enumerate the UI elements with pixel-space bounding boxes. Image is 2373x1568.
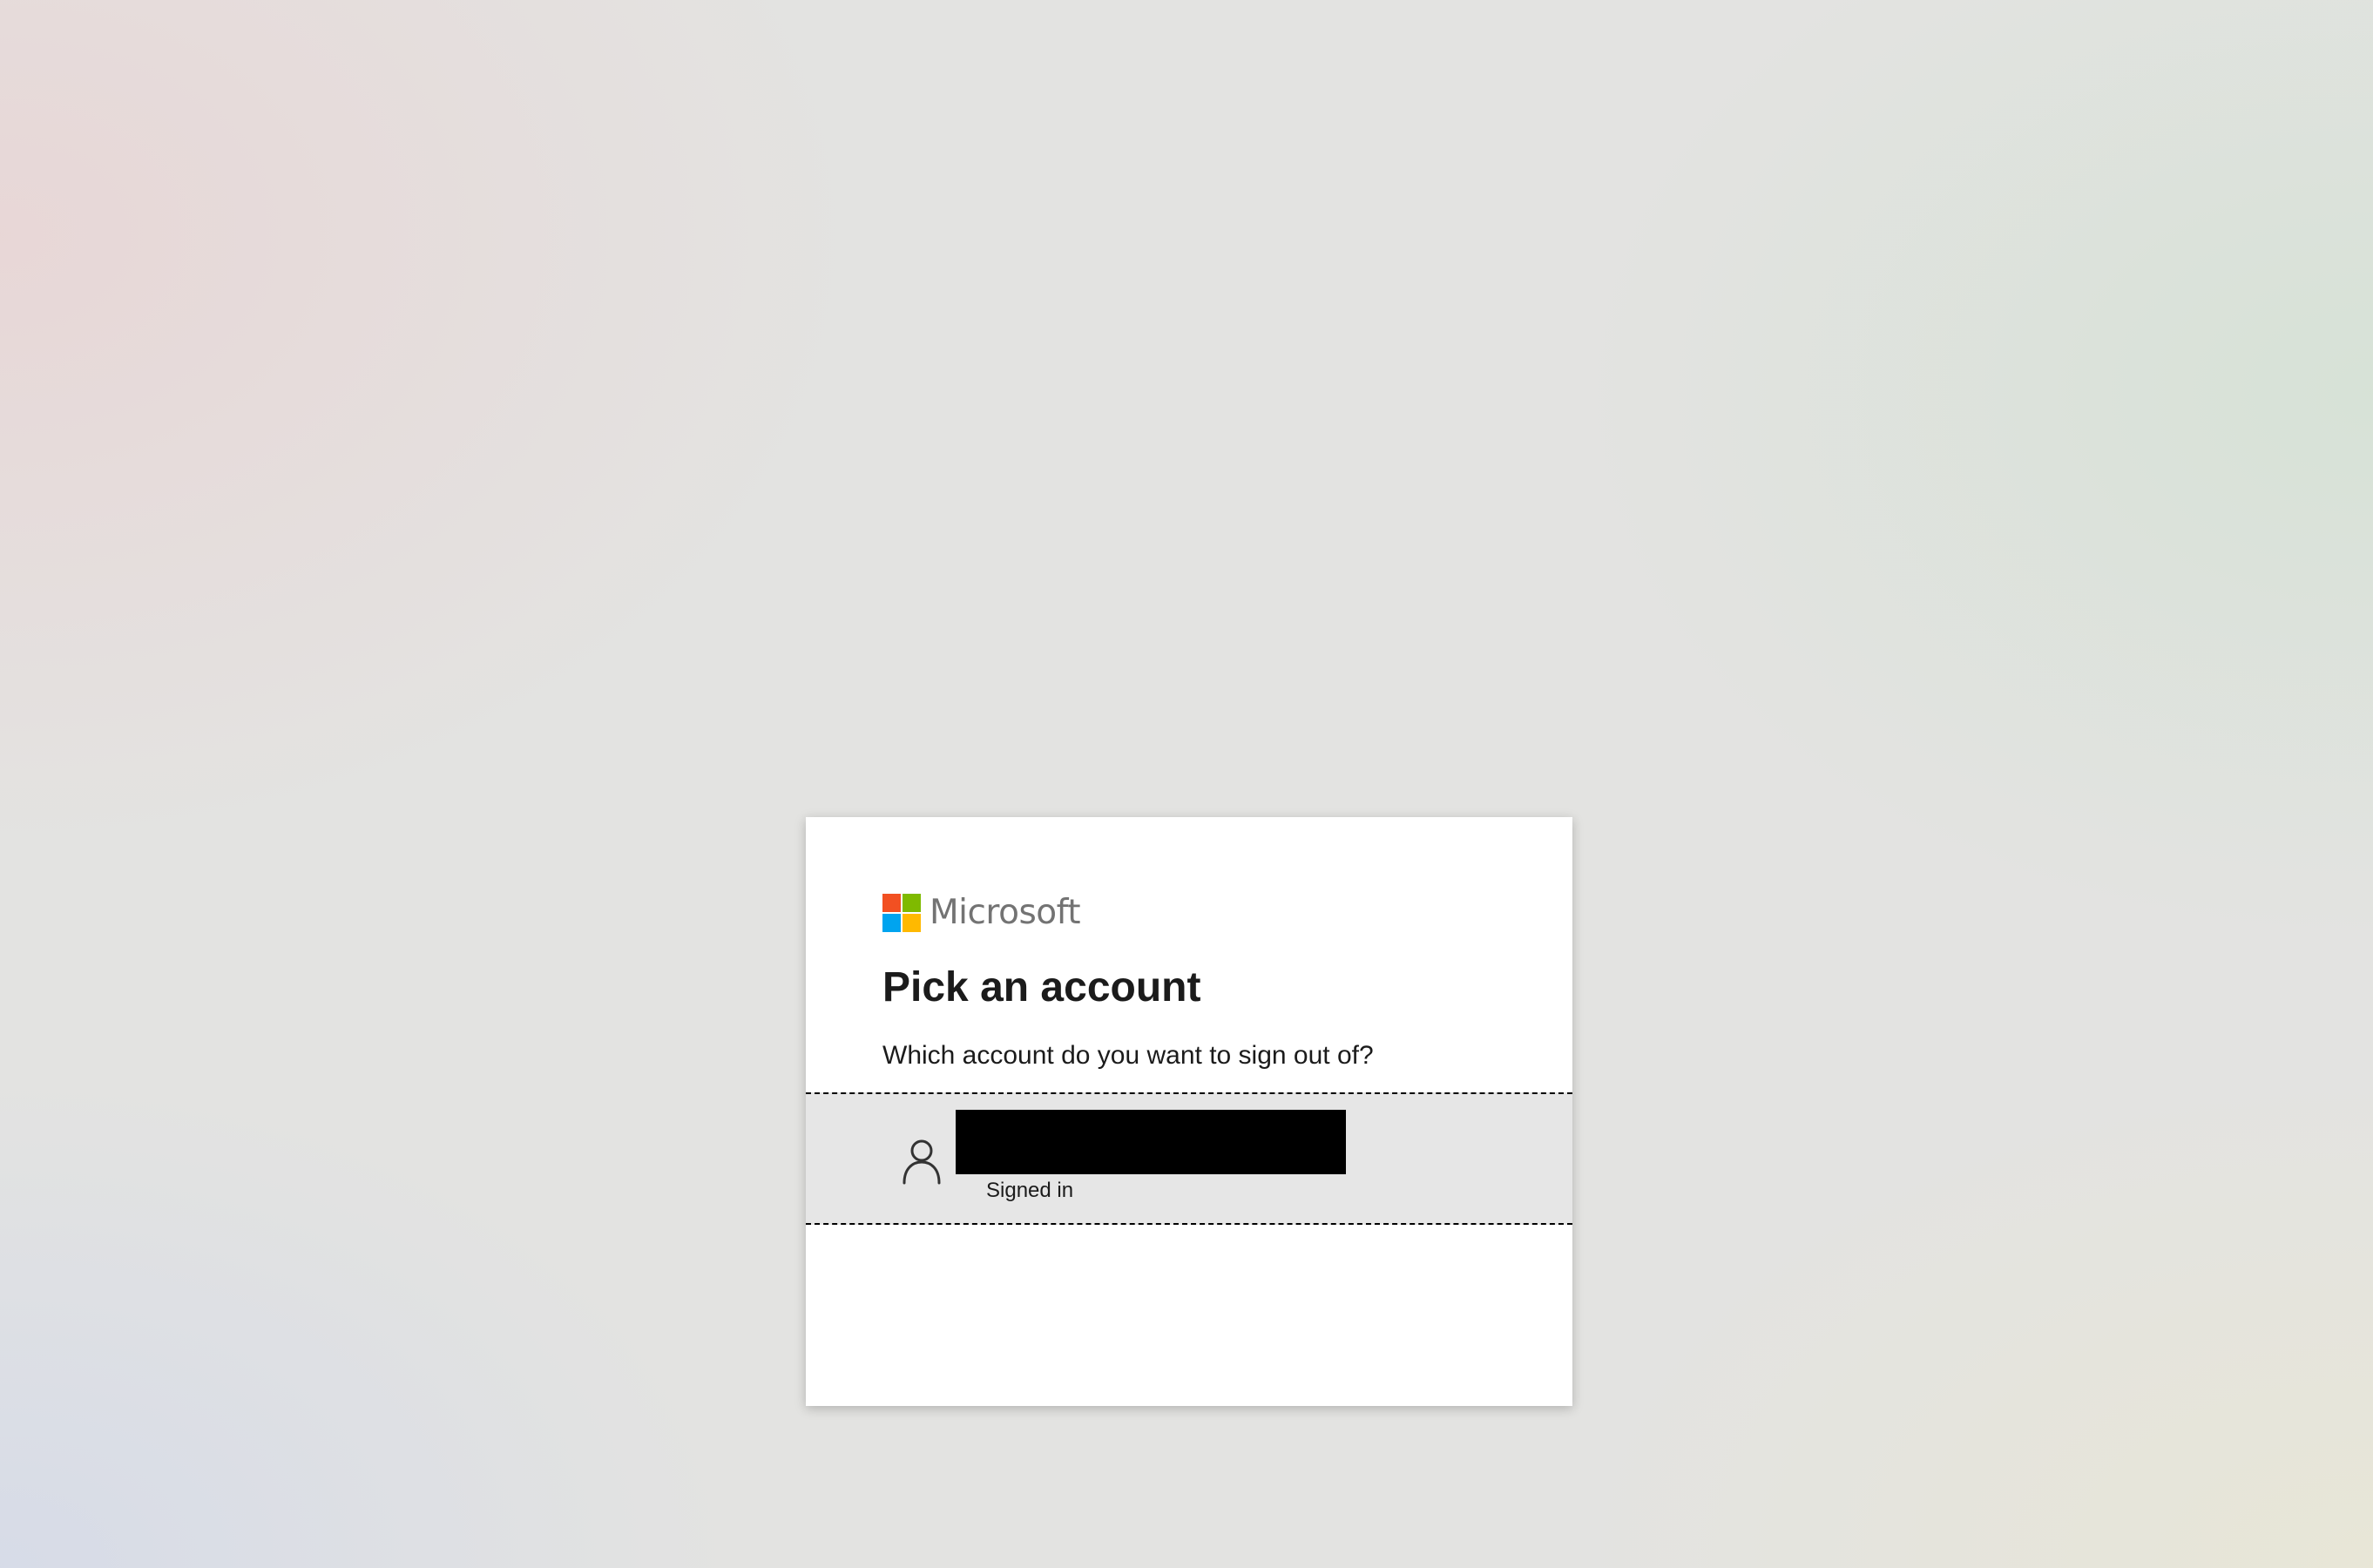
logo-square-red [882,894,901,912]
person-icon [903,1139,941,1185]
logo-square-green [903,894,921,912]
sign-out-dialog: Microsoft Pick an account Which account … [806,817,1572,1406]
brand-name: Microsoft [930,893,1080,932]
account-tile[interactable]: Signed in [806,1092,1572,1225]
microsoft-logo-icon [882,894,921,932]
microsoft-logo: Microsoft [882,893,1080,933]
page-subtitle: Which account do you want to sign out of… [882,1041,1374,1070]
page-title: Pick an account [882,964,1201,1010]
account-status: Signed in [986,1179,1074,1202]
account-email-redacted [956,1110,1346,1174]
logo-square-blue [882,914,901,932]
logo-square-yellow [903,914,921,932]
